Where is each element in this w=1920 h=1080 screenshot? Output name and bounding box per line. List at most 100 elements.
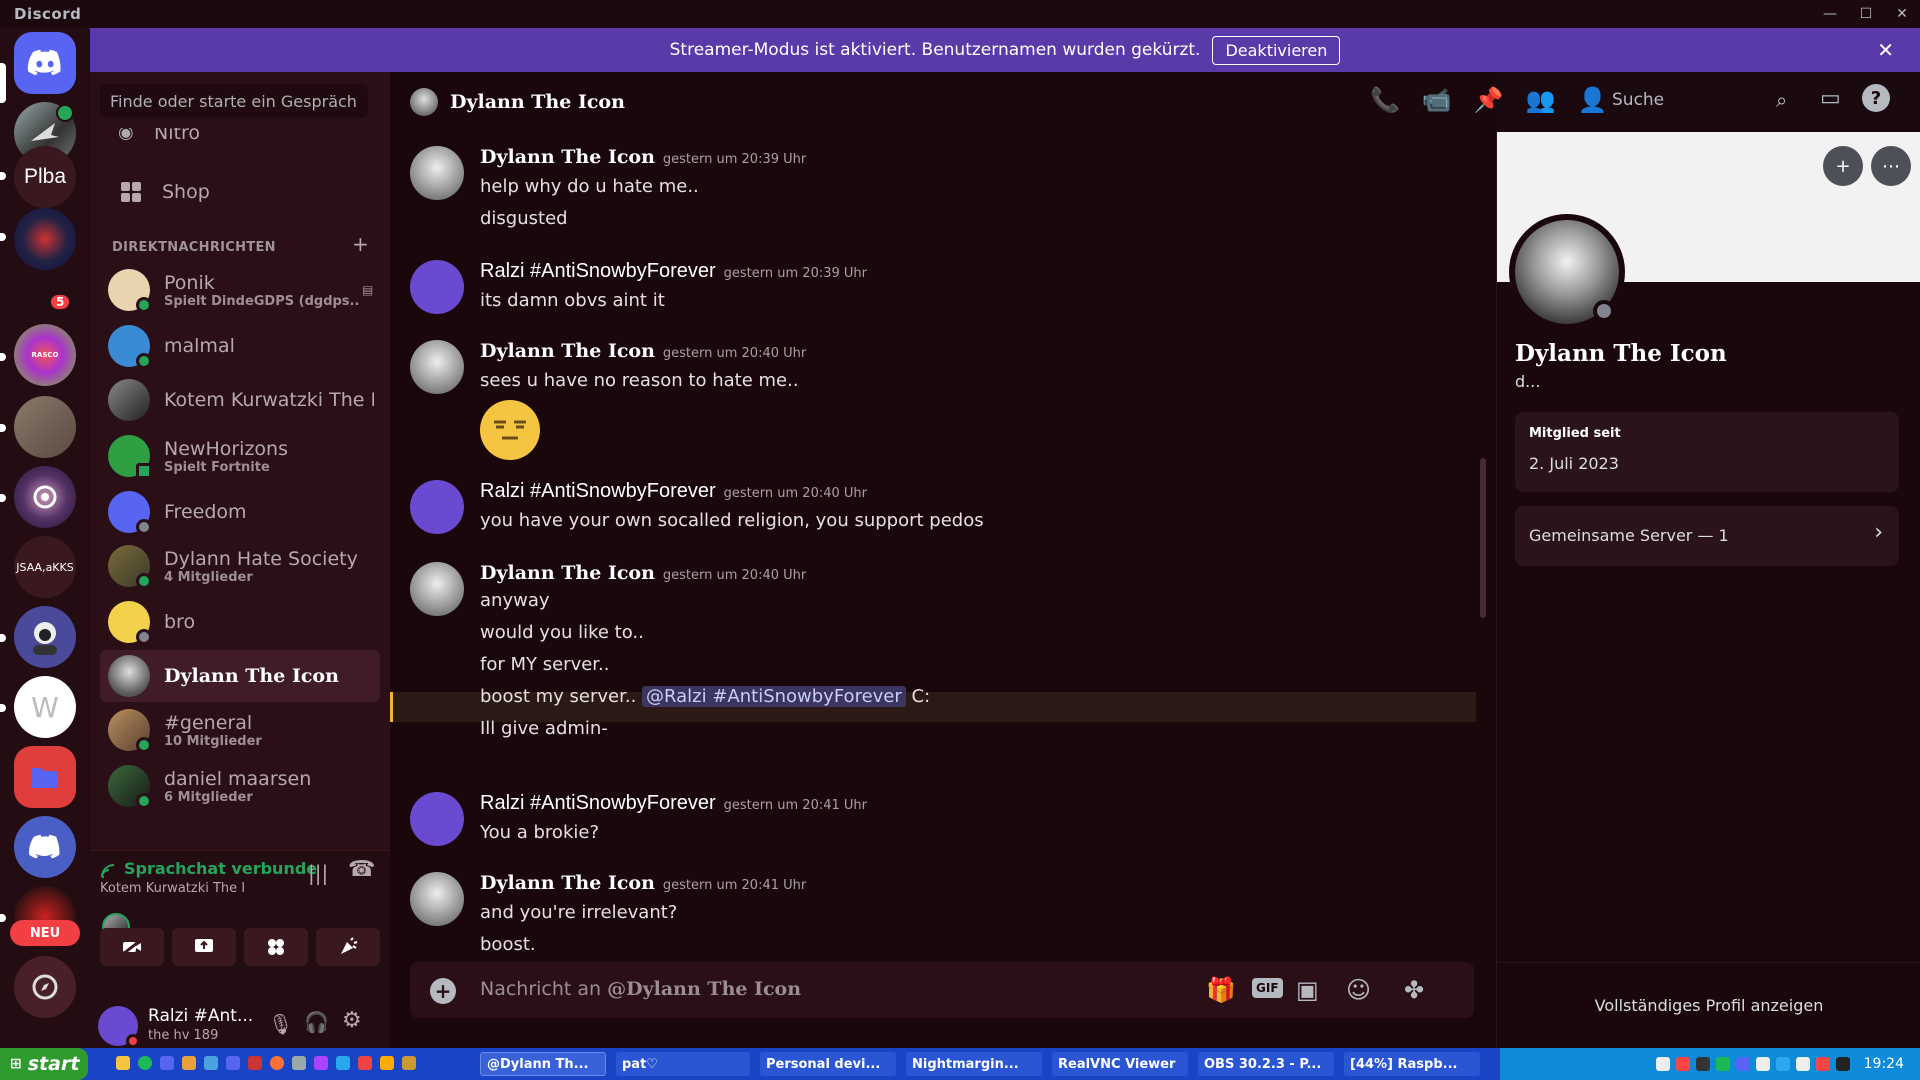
- user-mention[interactable]: @Ralzi #AntiSnowbyForever: [642, 686, 906, 707]
- shop-item[interactable]: Shop: [100, 170, 380, 214]
- emoji-icon[interactable]: ☺: [1346, 976, 1371, 1004]
- header-search-input[interactable]: Suche: [1612, 90, 1664, 110]
- tray-icon[interactable]: [1815, 1057, 1830, 1071]
- app-icon[interactable]: [248, 1056, 262, 1070]
- app-icon[interactable]: [182, 1056, 196, 1070]
- discord-icon[interactable]: [226, 1056, 240, 1070]
- maximize-icon[interactable]: ☐: [1848, 0, 1884, 28]
- app-icon[interactable]: [380, 1056, 394, 1070]
- nitro-item[interactable]: ◉ Nitro: [100, 128, 380, 158]
- message-author[interactable]: Ralzi #AntiSnowbyForever: [480, 792, 716, 814]
- full-profile-link[interactable]: Vollständiges Profil anzeigen: [1497, 962, 1920, 1048]
- tray-icon[interactable]: [1695, 1057, 1710, 1071]
- discover-button[interactable]: [14, 956, 76, 1018]
- server-icon-3[interactable]: [14, 208, 76, 270]
- attach-plus-icon[interactable]: +: [430, 978, 456, 1004]
- message-avatar[interactable]: [410, 260, 464, 314]
- headphones-icon[interactable]: 🎧: [304, 1010, 329, 1034]
- help-icon[interactable]: ?: [1862, 84, 1890, 112]
- message-avatar[interactable]: [410, 872, 464, 926]
- user-avatar[interactable]: [98, 1006, 140, 1048]
- tray-icon[interactable]: [1675, 1057, 1690, 1071]
- camera-off-button[interactable]: [100, 928, 164, 966]
- taskbar-item[interactable]: RealVNC Viewer: [1052, 1052, 1188, 1076]
- add-friend-icon[interactable]: +: [1823, 146, 1863, 186]
- search-input[interactable]: Finde oder starte ein Gespräch: [100, 84, 368, 118]
- telegram-icon[interactable]: [336, 1056, 350, 1070]
- minimize-icon[interactable]: —: [1812, 0, 1848, 28]
- message-author[interactable]: Dylann The Icon: [480, 562, 655, 584]
- dm-item-bro[interactable]: bro: [100, 596, 380, 648]
- server-plba[interactable]: Plba: [14, 146, 76, 208]
- noise-suppression-icon[interactable]: |||: [308, 861, 328, 885]
- gift-icon[interactable]: 🎁: [1206, 976, 1236, 1004]
- add-friends-icon[interactable]: 👥: [1526, 86, 1556, 114]
- apps-icon[interactable]: ✤: [1404, 976, 1424, 1004]
- dm-item-daniel-maarsen[interactable]: daniel maarsen 6 Mitglieder: [100, 760, 380, 812]
- server-icon-4[interactable]: RASCO: [14, 324, 76, 386]
- more-options-icon[interactable]: ⋯: [1871, 146, 1911, 186]
- search-icon[interactable]: ⌕: [1776, 88, 1787, 112]
- spotify-icon[interactable]: [138, 1056, 152, 1070]
- server-discord-2[interactable]: [14, 816, 76, 878]
- sticker-icon[interactable]: ▣: [1296, 976, 1319, 1004]
- server-icon-8[interactable]: [14, 606, 76, 668]
- voice-channel[interactable]: Kotem Kurwatzki The I: [100, 881, 245, 896]
- dm-item-malmal[interactable]: malmal: [100, 320, 380, 372]
- close-window-icon[interactable]: ✕: [1884, 0, 1920, 28]
- app-icon[interactable]: [358, 1056, 372, 1070]
- volume-icon[interactable]: [1835, 1057, 1850, 1071]
- message-avatar[interactable]: [410, 792, 464, 846]
- message-input[interactable]: Nachricht an @Dylann The Icon: [480, 978, 801, 1000]
- app-icon[interactable]: [204, 1056, 218, 1070]
- settings-gear-icon[interactable]: ⚙: [342, 1008, 362, 1033]
- screen-share-button[interactable]: [172, 928, 236, 966]
- dm-item-dylann-hate-society[interactable]: Dylann Hate Society 4 Mitglieder: [100, 540, 380, 592]
- message-author[interactable]: Dylann The Icon: [480, 340, 655, 362]
- message-author[interactable]: Ralzi #AntiSnowbyForever: [480, 480, 716, 502]
- home-button[interactable]: [14, 32, 76, 94]
- start-button[interactable]: ⊞ start: [0, 1048, 88, 1080]
- app-icon[interactable]: [314, 1056, 328, 1070]
- dm-item-kotem[interactable]: Kotem Kurwatzki The I: [100, 374, 380, 426]
- app-icon[interactable]: [160, 1056, 174, 1070]
- taskbar-item[interactable]: [44%] Raspb...: [1344, 1052, 1480, 1076]
- dm-item-dylann-the-icon[interactable]: Dylann The Icon: [100, 650, 380, 702]
- app-icon[interactable]: [402, 1056, 416, 1070]
- mutual-servers-button[interactable]: Gemeinsame Server — 1 ›: [1515, 506, 1899, 566]
- unamused-emoji-icon[interactable]: [480, 400, 540, 460]
- server-folder[interactable]: [14, 746, 76, 808]
- microphone-icon[interactable]: 🎙: [268, 1012, 293, 1036]
- close-banner-icon[interactable]: ✕: [1877, 38, 1894, 62]
- taskbar-item[interactable]: pat♡: [616, 1052, 750, 1076]
- tray-icon[interactable]: [1735, 1057, 1750, 1071]
- folder-icon[interactable]: [116, 1056, 130, 1070]
- user-profile-icon[interactable]: 👤: [1578, 86, 1608, 114]
- scrollbar[interactable]: [1480, 458, 1486, 618]
- gif-icon[interactable]: GIF: [1252, 978, 1283, 998]
- tray-icon[interactable]: [1655, 1057, 1670, 1071]
- message-avatar[interactable]: [410, 480, 464, 534]
- taskbar-item[interactable]: Nightmargin...: [906, 1052, 1042, 1076]
- dm-item-newhorizons[interactable]: NewHorizons Spielt Fortnite: [100, 430, 380, 482]
- dm-item-ponik[interactable]: Ponik Spielt DindeGDPS (dgdps.... ▤: [100, 264, 380, 316]
- inbox-icon[interactable]: ▭: [1820, 86, 1841, 111]
- tray-icon[interactable]: [1715, 1057, 1730, 1071]
- voice-call-icon[interactable]: 📞: [1370, 86, 1400, 114]
- dm-item-general[interactable]: #general 10 Mitglieder: [100, 704, 380, 756]
- tray-icon[interactable]: [1795, 1057, 1810, 1071]
- message-avatar[interactable]: [410, 562, 464, 616]
- app-icon[interactable]: [292, 1056, 306, 1070]
- message-author[interactable]: Dylann The Icon: [480, 146, 655, 168]
- server-icon-5[interactable]: [14, 396, 76, 458]
- server-icon-6[interactable]: [14, 466, 76, 528]
- message-avatar[interactable]: [410, 146, 464, 200]
- tray-icon[interactable]: [1755, 1057, 1770, 1071]
- add-dm-icon[interactable]: +: [352, 232, 369, 256]
- taskbar-item[interactable]: Personal devi...: [760, 1052, 896, 1076]
- video-call-icon[interactable]: 📹: [1422, 86, 1452, 114]
- deactivate-button[interactable]: Deaktivieren: [1212, 35, 1341, 65]
- server-icon-w[interactable]: W: [14, 676, 76, 738]
- disconnect-icon[interactable]: ☎: [348, 857, 375, 882]
- taskbar-item-discord[interactable]: @Dylann Th...: [480, 1052, 606, 1076]
